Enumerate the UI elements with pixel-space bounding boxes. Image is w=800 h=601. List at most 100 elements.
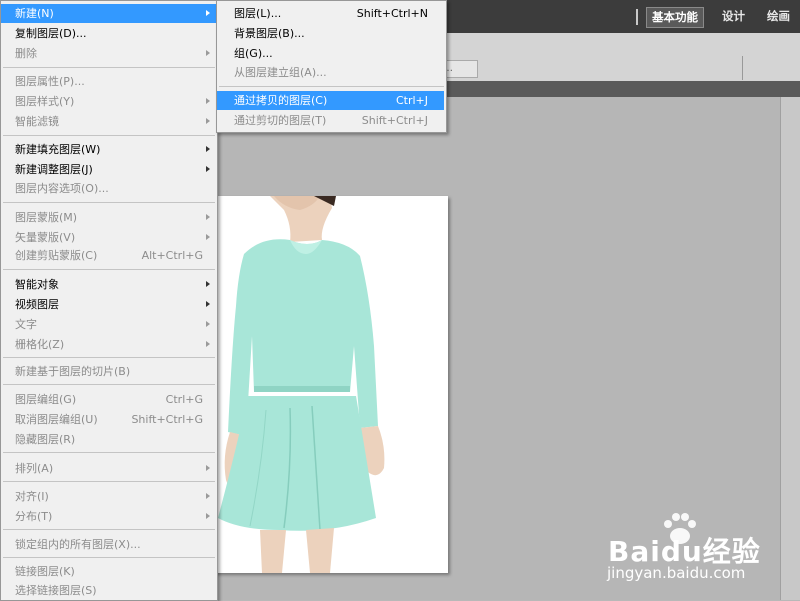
menu-item-label: 组(G)...	[234, 47, 273, 60]
menu-item-label: 从图层建立组(A)...	[234, 66, 327, 79]
submenu-arrow-icon	[206, 234, 210, 240]
menu-separator	[3, 202, 215, 203]
menu-item-shortcut: Shift+Ctrl+G	[131, 413, 203, 426]
submenu-item-group[interactable]: 组(G)...	[217, 44, 446, 63]
submenu-arrow-icon	[206, 146, 210, 152]
submenu-item-background-layer[interactable]: 背景图层(B)...	[217, 24, 446, 43]
submenu-item-layer-via-copy[interactable]: 通过拷贝的图层(C) Ctrl+J	[217, 91, 444, 110]
menu-separator	[3, 67, 215, 68]
menu-item-video-layer[interactable]: 视频图层	[1, 295, 217, 314]
vertical-scrollbar[interactable]	[780, 97, 800, 600]
menu-item-vector-mask[interactable]: 矢量蒙版(V)	[1, 228, 217, 247]
submenu-arrow-icon	[206, 166, 210, 172]
menu-item-distribute[interactable]: 分布(T)	[1, 507, 217, 526]
menu-item-layer-content-options[interactable]: 图层内容选项(O)...	[1, 179, 217, 198]
submenu-arrow-icon	[206, 50, 210, 56]
menu-item-label: 图层属性(P)...	[15, 75, 85, 88]
menu-item-label: 隐藏图层(R)	[15, 433, 76, 446]
menu-item-label: 创建剪贴蒙版(C)	[15, 249, 98, 262]
menu-separator	[3, 357, 215, 358]
menu-item-align[interactable]: 对齐(I)	[1, 487, 217, 506]
menu-item-label: 分布(T)	[15, 510, 53, 523]
submenu-arrow-icon	[206, 321, 210, 327]
menu-item-label: 栅格化(Z)	[15, 338, 65, 351]
menu-item-smart-object[interactable]: 智能对象	[1, 275, 217, 294]
menu-item-shortcut: Shift+Ctrl+N	[356, 7, 428, 20]
submenu-arrow-icon	[206, 10, 210, 16]
menu-item-layer-mask[interactable]: 图层蒙版(M)	[1, 208, 217, 227]
menu-item-label: 文字	[15, 318, 37, 331]
menu-item-create-clipping-mask[interactable]: 创建剪贴蒙版(C) Alt+Ctrl+G	[1, 246, 217, 265]
menu-item-ungroup-layers[interactable]: 取消图层编组(U) Shift+Ctrl+G	[1, 410, 217, 429]
menu-item-label: 锁定组内的所有图层(X)...	[15, 538, 141, 551]
menu-item-delete[interactable]: 删除	[1, 44, 217, 63]
menu-item-hide-layers[interactable]: 隐藏图层(R)	[1, 430, 217, 449]
menu-separator	[3, 481, 215, 482]
menu-item-new-adjustment-layer[interactable]: 新建调整图层(J)	[1, 160, 217, 179]
menu-item-group-layers[interactable]: 图层编组(G) Ctrl+G	[1, 390, 217, 409]
menu-item-label: 删除	[15, 47, 37, 60]
workspace-design-button[interactable]: 设计	[717, 7, 750, 26]
submenu-arrow-icon	[206, 281, 210, 287]
menu-item-select-linked-layers[interactable]: 选择链接图层(S)	[1, 581, 217, 600]
menu-item-link-layers[interactable]: 链接图层(K)	[1, 562, 217, 581]
watermark-url: jingyan.baidu.com	[607, 564, 746, 582]
menu-separator	[3, 384, 215, 385]
menu-item-new[interactable]: 新建(N)	[1, 4, 217, 23]
submenu-item-layer[interactable]: 图层(L)... Shift+Ctrl+N	[217, 4, 446, 23]
menu-item-label: 通过拷贝的图层(C)	[234, 94, 328, 107]
menu-item-new-layer-based-slice[interactable]: 新建基于图层的切片(B)	[1, 362, 217, 381]
submenu-arrow-icon	[206, 513, 210, 519]
menu-item-shortcut: Alt+Ctrl+G	[141, 249, 203, 262]
submenu-arrow-icon	[206, 98, 210, 104]
menu-item-layer-style[interactable]: 图层样式(Y)	[1, 92, 217, 111]
submenu-item-layer-via-cut[interactable]: 通过剪切的图层(T) Shift+Ctrl+J	[217, 111, 446, 130]
menu-item-new-fill-layer[interactable]: 新建填充图层(W)	[1, 140, 217, 159]
menu-separator	[3, 452, 215, 453]
menu-item-label: 图层内容选项(O)...	[15, 182, 109, 195]
submenu-arrow-icon	[206, 118, 210, 124]
menu-item-rasterize[interactable]: 栅格化(Z)	[1, 335, 217, 354]
menu-item-label: 图层蒙版(M)	[15, 211, 78, 224]
model-photo	[218, 196, 385, 573]
workspace-painting-button[interactable]: 绘画	[762, 7, 795, 26]
layer-menu: 新建(N) 复制图层(D)... 删除 图层属性(P)... 图层样式(Y) 智…	[0, 0, 218, 601]
submenu-item-group-from-layers[interactable]: 从图层建立组(A)...	[217, 63, 446, 82]
menu-separator	[3, 269, 215, 270]
menu-item-label: 智能对象	[15, 278, 59, 291]
workspace-essentials-button[interactable]: 基本功能	[646, 7, 704, 28]
menu-separator	[3, 529, 215, 530]
menu-item-label: 链接图层(K)	[15, 565, 75, 578]
menu-item-shortcut: Ctrl+J	[395, 94, 428, 107]
submenu-arrow-icon	[206, 301, 210, 307]
menu-item-shortcut: Shift+Ctrl+J	[361, 114, 428, 127]
menu-item-label: 矢量蒙版(V)	[15, 231, 76, 244]
menu-item-lock-all-layers-in-group[interactable]: 锁定组内的所有图层(X)...	[1, 535, 217, 554]
menu-item-label: 排列(A)	[15, 462, 54, 475]
menu-item-label: 背景图层(B)...	[234, 27, 305, 40]
menu-separator	[3, 135, 215, 136]
menu-item-label: 取消图层编组(U)	[15, 413, 98, 426]
submenu-arrow-icon	[206, 341, 210, 347]
menu-item-duplicate-layer[interactable]: 复制图层(D)...	[1, 24, 217, 43]
menu-item-smart-filter[interactable]: 智能滤镜	[1, 112, 217, 131]
menu-item-arrange[interactable]: 排列(A)	[1, 459, 217, 478]
menu-item-label: 对齐(I)	[15, 490, 49, 503]
submenu-arrow-icon	[206, 493, 210, 499]
menu-item-layer-properties[interactable]: 图层属性(P)...	[1, 72, 217, 91]
menu-item-label: 图层(L)...	[234, 7, 282, 20]
menu-item-label: 图层样式(Y)	[15, 95, 75, 108]
submenu-arrow-icon	[206, 465, 210, 471]
menu-item-label: 通过剪切的图层(T)	[234, 114, 327, 127]
menu-item-label: 新建(N)	[15, 7, 54, 20]
menu-separator	[219, 86, 444, 87]
menu-item-label: 选择链接图层(S)	[15, 584, 97, 597]
menu-item-label: 智能滤镜	[15, 115, 59, 128]
menu-item-label: 新建基于图层的切片(B)	[15, 365, 131, 378]
menu-item-type[interactable]: 文字	[1, 315, 217, 334]
menu-item-label: 新建填充图层(W)	[15, 143, 101, 156]
menu-item-label: 复制图层(D)...	[15, 27, 87, 40]
workspace-separator	[636, 9, 638, 25]
document-canvas[interactable]	[210, 196, 448, 573]
submenu-arrow-icon	[206, 214, 210, 220]
